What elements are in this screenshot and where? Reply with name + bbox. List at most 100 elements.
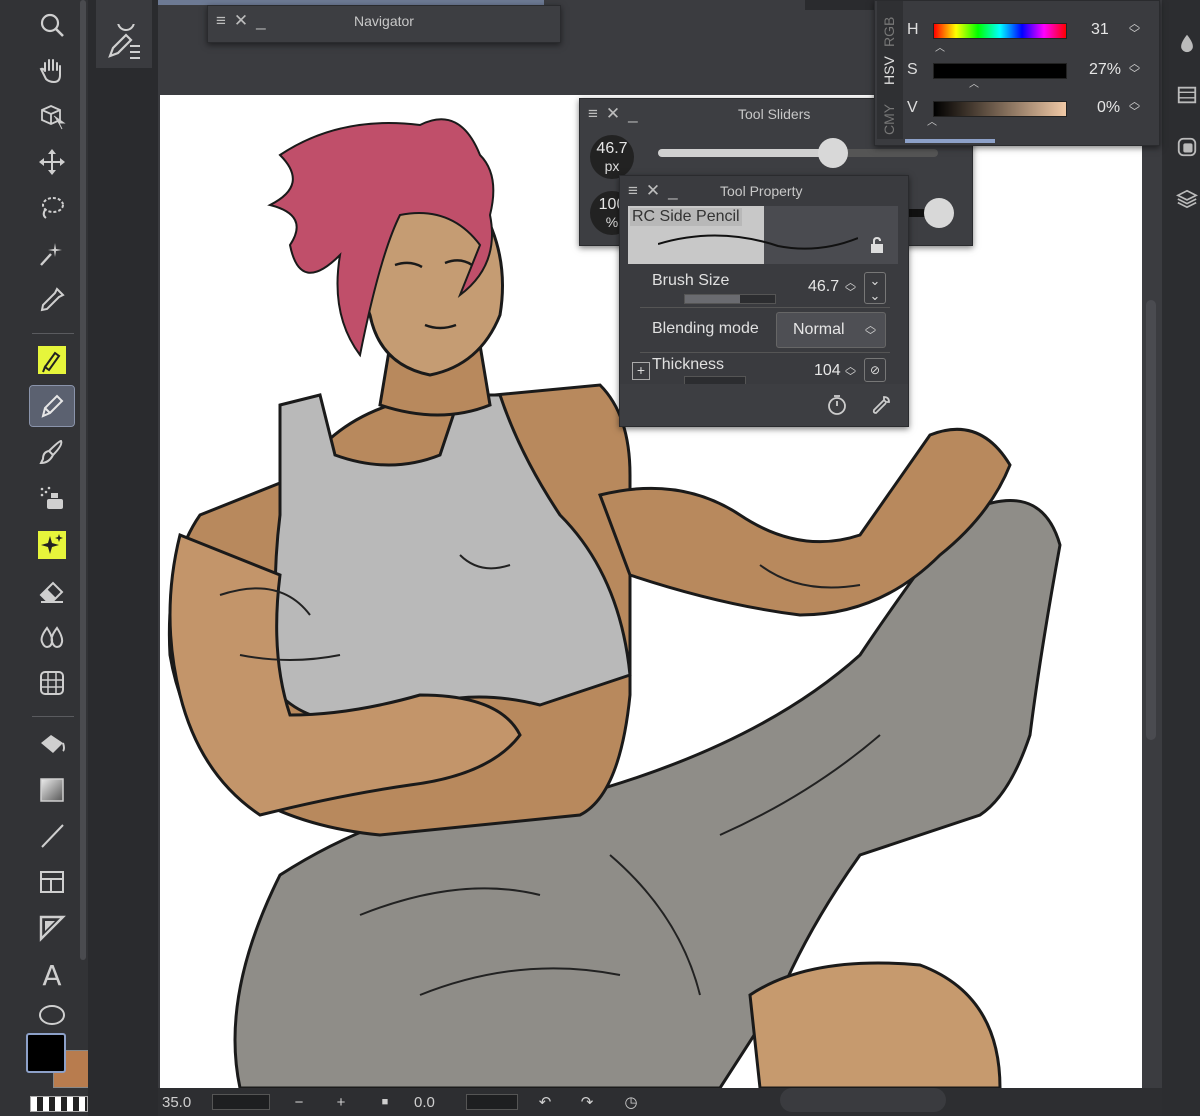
menu-icon[interactable]: ≡: [628, 181, 638, 201]
minus-icon: −: [294, 1093, 304, 1111]
reset-icon[interactable]: [826, 394, 848, 416]
rotation-slider[interactable]: [466, 1094, 518, 1110]
zoom-in-button[interactable]: +: [326, 1088, 356, 1116]
close-icon[interactable]: ✕: [646, 181, 660, 201]
magic-wand-tool-button[interactable]: [30, 234, 74, 274]
gradient-tool-button[interactable]: [30, 770, 74, 810]
fit-view-button[interactable]: ■: [370, 1088, 400, 1116]
pen-tool-button[interactable]: [29, 385, 75, 427]
hue-slider[interactable]: [933, 23, 1067, 39]
reset-rotation-button[interactable]: ◷: [616, 1088, 646, 1116]
pressure-toggle[interactable]: ⌄ ⌄: [864, 272, 886, 304]
lasso-tool-button[interactable]: [30, 188, 74, 228]
text-tool-button[interactable]: A: [30, 954, 74, 994]
hand-tool-button[interactable]: [30, 50, 74, 90]
brush-preview[interactable]: RC Side Pencil: [628, 206, 898, 264]
unlock-icon[interactable]: [868, 236, 886, 254]
layer-property-icon: [1177, 137, 1197, 157]
menu-icon[interactable]: ≡: [216, 11, 226, 31]
layer-property-panel-button[interactable]: [1174, 132, 1200, 162]
main-color-swatch[interactable]: [26, 1033, 66, 1073]
tab-rgb[interactable]: RGB: [881, 3, 901, 47]
decoration-tool-button[interactable]: [30, 525, 74, 565]
zoom-out-button[interactable]: −: [284, 1088, 314, 1116]
brush-name: RC Side Pencil: [630, 208, 742, 226]
move-icon: [39, 149, 65, 175]
opacity-slider-knob[interactable]: [924, 198, 954, 228]
rotate-right-icon: ↷: [580, 1094, 594, 1111]
minimize-icon[interactable]: _: [256, 11, 265, 31]
shape-tool-button[interactable]: [30, 998, 74, 1026]
saturation-stepper[interactable]: ︿ ﹀: [1129, 59, 1140, 80]
blending-mode-select[interactable]: Normal ︿ ﹀: [776, 312, 886, 348]
tool-property-titlebar: ≡ ✕ _ Tool Property: [620, 176, 908, 206]
close-icon[interactable]: ✕: [606, 104, 620, 124]
zoom-tool-button[interactable]: [30, 5, 74, 45]
plus-icon: +: [336, 1093, 346, 1111]
thickness-mini-slider[interactable]: [684, 376, 746, 384]
eyedropper-tool-button[interactable]: [30, 280, 74, 320]
lasso-icon: [42, 197, 64, 219]
tool-property-title: Tool Property: [720, 183, 803, 199]
toolbar-scrollbar[interactable]: [80, 0, 86, 960]
transparent-color-swatch[interactable]: [30, 1096, 88, 1112]
airbrush-tool-button[interactable]: [30, 478, 74, 518]
eraser-tool-button[interactable]: [30, 571, 74, 611]
value-slider[interactable]: [933, 101, 1067, 117]
canvas-vertical-scrollbar[interactable]: [1146, 300, 1156, 740]
rotation-value[interactable]: 0.0: [414, 1088, 468, 1116]
bottom-bar: 35.0 − + ■ 0.0 ↶ ↷ ◷: [158, 1088, 1162, 1116]
object-icon: [41, 105, 66, 130]
value-stepper[interactable]: ︿ ﹀: [1129, 97, 1140, 118]
frame-tool-button[interactable]: [30, 862, 74, 902]
rotate-left-icon: ↶: [538, 1094, 552, 1111]
minimize-icon[interactable]: _: [628, 104, 637, 124]
close-icon[interactable]: ✕: [234, 11, 248, 31]
rotate-left-button[interactable]: ↶: [530, 1088, 560, 1116]
saturation-slider[interactable]: [933, 63, 1067, 79]
secondary-toolbar: [88, 0, 158, 1116]
move-tool-button[interactable]: [30, 142, 74, 182]
figure-tool-button[interactable]: [30, 663, 74, 703]
brush-size-stepper[interactable]: ︿ ﹀: [845, 278, 856, 299]
horizontal-scrollbar[interactable]: [780, 1088, 946, 1112]
blend-tool-button[interactable]: [30, 617, 74, 657]
fill-tool-button[interactable]: [30, 724, 74, 764]
zoom-value[interactable]: 35.0: [162, 1088, 210, 1116]
minimize-icon[interactable]: _: [668, 181, 677, 201]
object-tool-button[interactable]: [30, 96, 74, 136]
menu-icon[interactable]: ≡: [588, 104, 598, 124]
gradient-icon: [40, 778, 64, 802]
brush-size-slider[interactable]: [658, 138, 938, 168]
layer-panel-button[interactable]: [1174, 184, 1200, 214]
brush-size-indicator: 46.7 px: [590, 135, 634, 179]
line-tool-button[interactable]: [30, 816, 74, 856]
svg-text:A: A: [42, 959, 61, 989]
brush-size-slider-knob[interactable]: [818, 138, 848, 168]
brush-tool-button[interactable]: [30, 432, 74, 472]
layers-icon: [1176, 189, 1198, 209]
brush-size-label: Brush Size: [652, 272, 730, 289]
hue-stepper[interactable]: ︿ ﹀: [1129, 19, 1140, 40]
tab-hsv[interactable]: HSV: [881, 49, 901, 93]
material-panel-button[interactable]: [1174, 80, 1200, 110]
marker-tool-button[interactable]: [30, 340, 74, 380]
brush-size-slider-fill: [658, 149, 833, 157]
wrench-icon[interactable]: [870, 394, 892, 416]
thickness-stepper[interactable]: ︿ ﹀: [845, 362, 856, 383]
value-label: V: [907, 99, 918, 116]
ruler-tool-button[interactable]: [30, 908, 74, 948]
color-wheel-panel-button[interactable]: [1174, 28, 1200, 58]
tab-cmy[interactable]: CMY: [881, 97, 901, 135]
row-divider: [640, 307, 890, 308]
brush-size-value: 46.7: [596, 140, 628, 157]
expand-icon[interactable]: +: [632, 362, 650, 380]
rotate-right-button[interactable]: ↷: [572, 1088, 602, 1116]
right-toolbar: [1162, 0, 1200, 1116]
sub-tool-button[interactable]: [96, 0, 152, 68]
toolbar-divider: [32, 716, 74, 717]
brush-size-mini-slider[interactable]: [684, 294, 776, 304]
zoom-slider[interactable]: [212, 1094, 270, 1110]
thickness-toggle[interactable]: ⊘: [864, 358, 886, 382]
line-icon: [41, 824, 64, 848]
